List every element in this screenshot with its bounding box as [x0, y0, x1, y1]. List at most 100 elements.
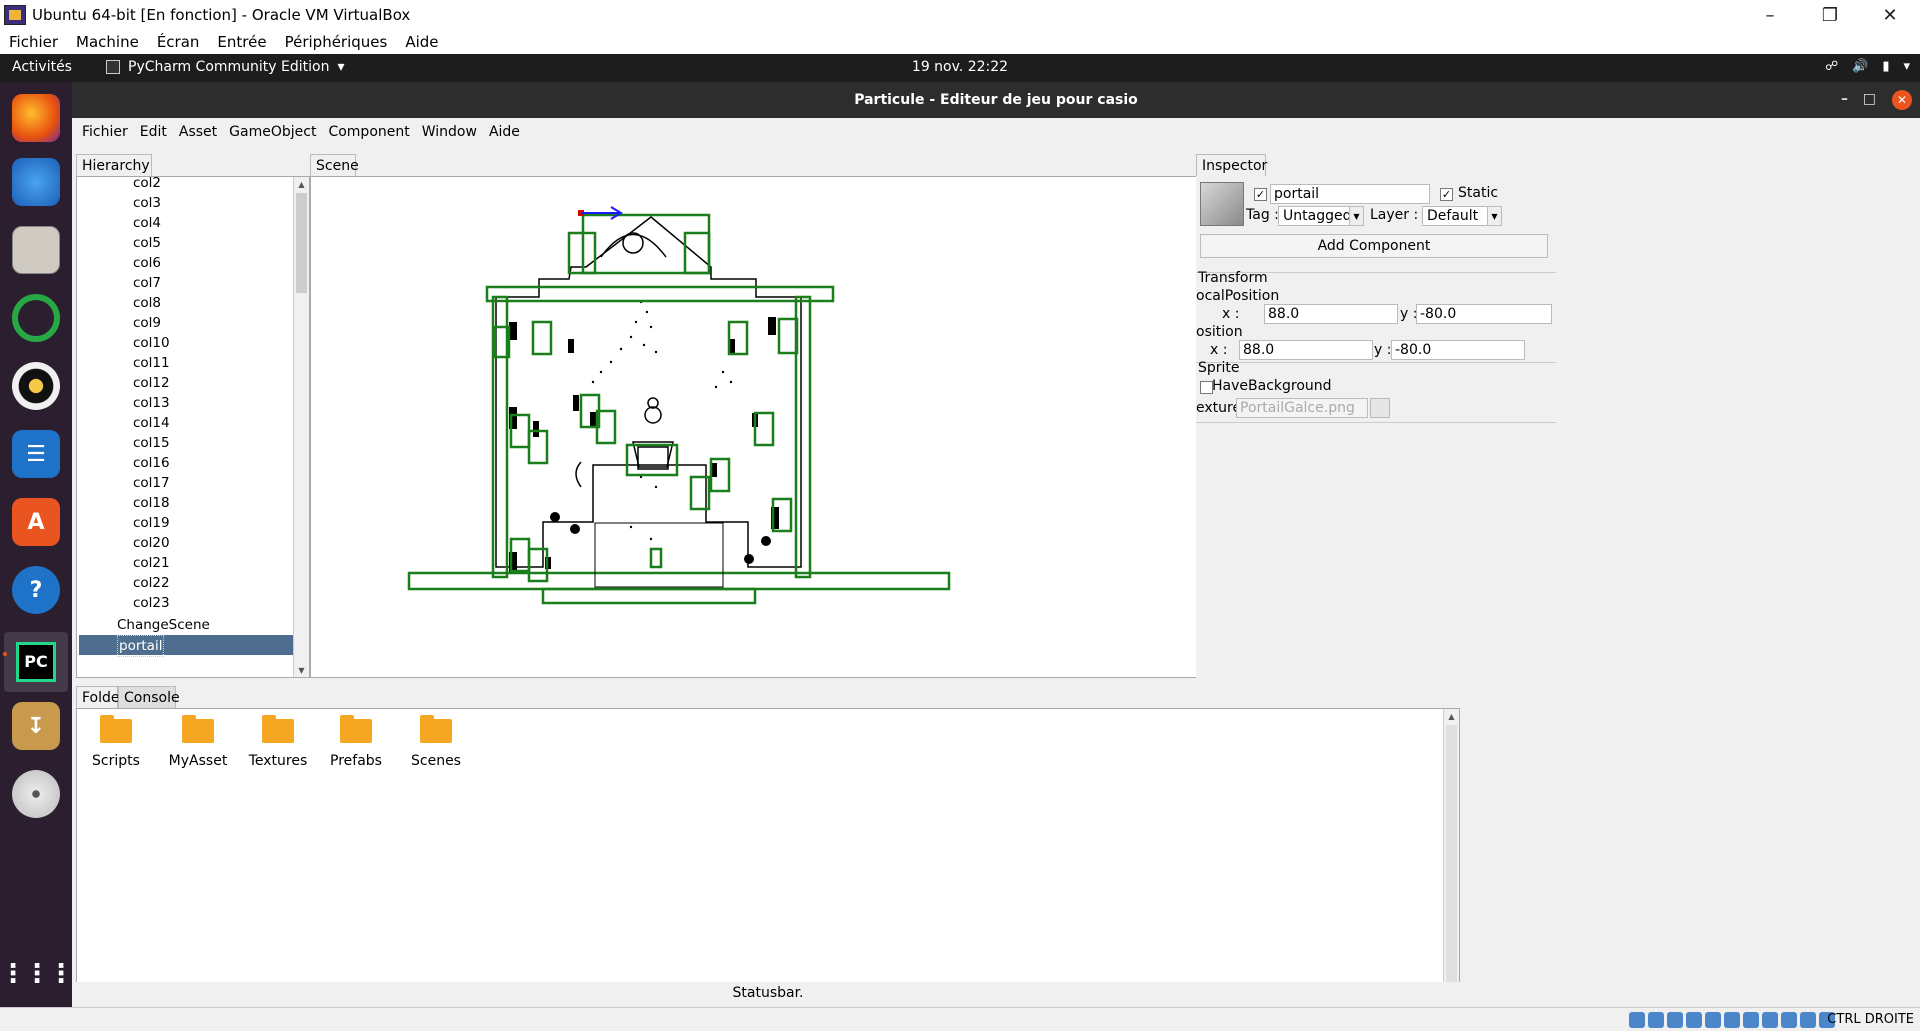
hard-disk-icon[interactable] [1629, 1012, 1645, 1028]
folder-textures[interactable]: Textures [243, 715, 313, 769]
texture-field[interactable]: PortailGalce.png [1236, 398, 1368, 418]
pycharm-dock-active[interactable]: PC [4, 632, 68, 692]
hierarchy-item[interactable]: col10 [133, 333, 170, 353]
hierarchy-item[interactable]: col8 [133, 293, 161, 313]
app-menu-component[interactable]: Component [322, 124, 415, 140]
menu-machine[interactable]: Machine [67, 33, 148, 51]
help-icon[interactable]: ? [12, 566, 60, 614]
hierarchy-item[interactable]: col16 [133, 453, 170, 473]
layer-dropdown[interactable]: Default ▼ [1422, 206, 1502, 226]
activities-button[interactable]: Activités [12, 59, 72, 75]
software-center-icon[interactable]: A [12, 498, 60, 546]
firefox-icon[interactable] [12, 94, 60, 142]
app-maximize-icon[interactable]: □ [1863, 91, 1876, 107]
texture-browse-button[interactable] [1370, 398, 1390, 418]
static-checkbox[interactable]: ✓ [1440, 188, 1453, 201]
folder-prefabs[interactable]: Prefabs [321, 715, 391, 769]
hierarchy-item[interactable]: col17 [133, 473, 170, 493]
hierarchy-scrollbar[interactable]: ▲ ▼ [293, 177, 309, 677]
hierarchy-item[interactable]: col20 [133, 533, 170, 553]
folder-scripts[interactable]: Scripts [81, 715, 151, 769]
folder-scenes[interactable]: Scenes [401, 715, 471, 769]
files-icon[interactable] [12, 226, 60, 274]
clock[interactable]: 19 nov. 22:22 [912, 59, 1008, 75]
restore-icon[interactable]: ❐ [1800, 0, 1860, 30]
disc-icon[interactable] [12, 770, 60, 818]
shared-folders-icon[interactable] [1724, 1012, 1740, 1028]
app-menu-fichier[interactable]: Fichier [76, 124, 134, 140]
app-close-icon[interactable]: ✕ [1892, 90, 1912, 110]
pos-x-field[interactable]: 88.0 [1239, 340, 1373, 360]
scroll-up-icon[interactable]: ▲ [294, 177, 309, 191]
hierarchy-item[interactable]: col7 [133, 273, 161, 293]
show-apps-icon[interactable]: ⋮⋮⋮ [0, 950, 74, 998]
menu-aide[interactable]: Aide [396, 33, 447, 51]
menu-peripheriques[interactable]: Périphériques [276, 33, 397, 51]
tab-hierarchy[interactable]: Hierarchy [76, 154, 152, 176]
gameobject-name-field[interactable]: portail [1270, 184, 1430, 204]
hierarchy-item[interactable]: col19 [133, 513, 170, 533]
writer-icon[interactable]: ☰ [12, 430, 60, 478]
device-status-icons[interactable] [1629, 1012, 1835, 1028]
app-menu-edit[interactable]: Edit [134, 124, 173, 140]
hierarchy-item[interactable]: col21 [133, 553, 170, 573]
app-menu-asset[interactable]: Asset [173, 124, 223, 140]
close-icon[interactable]: ✕ [1860, 0, 1920, 30]
hierarchy-item[interactable]: col6 [133, 253, 161, 273]
tab-inspector[interactable]: Inspector [1196, 154, 1267, 176]
mouse-integration-icon[interactable] [1800, 1012, 1816, 1028]
local-x-field[interactable]: 88.0 [1264, 304, 1398, 324]
scroll-up-icon[interactable]: ▲ [1444, 709, 1459, 723]
add-component-button[interactable]: Add Component [1200, 234, 1548, 258]
scroll-thumb[interactable] [1446, 725, 1457, 985]
folder-scrollbar[interactable]: ▲ ▼ [1443, 709, 1459, 1003]
hierarchy-item[interactable]: col11 [133, 353, 170, 373]
thunderbird-icon[interactable] [12, 158, 60, 206]
scroll-thumb[interactable] [296, 193, 307, 293]
cpu-icon[interactable] [1781, 1012, 1797, 1028]
hierarchy-item[interactable]: col13 [133, 393, 170, 413]
hierarchy-item[interactable]: col12 [133, 373, 170, 393]
hierarchy-item[interactable]: col2 [133, 177, 161, 193]
hierarchy-item[interactable]: col23 [133, 593, 170, 613]
archive-icon[interactable]: ↧ [12, 702, 60, 750]
tab-scene[interactable]: Scene [310, 154, 359, 176]
optical-drive-icon[interactable] [1648, 1012, 1664, 1028]
audio-icon[interactable] [1667, 1012, 1683, 1028]
music-player-icon[interactable] [12, 362, 60, 410]
hierarchy-item[interactable]: col15 [133, 433, 170, 453]
hierarchy-item-portail[interactable]: portail [79, 635, 293, 657]
menu-ecran[interactable]: Écran [148, 33, 209, 51]
app-menu-gameobject[interactable]: GameObject [223, 124, 322, 140]
move-gizmo[interactable] [578, 206, 623, 220]
hierarchy-item[interactable]: col5 [133, 233, 161, 253]
menu-fichier[interactable]: Fichier [0, 33, 67, 51]
app-menu-window[interactable]: Window [416, 124, 483, 140]
tag-dropdown[interactable]: Untagged ▼ [1278, 206, 1364, 226]
hierarchy-item[interactable]: col14 [133, 413, 170, 433]
hierarchy-item[interactable]: col18 [133, 493, 170, 513]
hierarchy-item[interactable]: col3 [133, 193, 161, 213]
display-icon[interactable] [1743, 1012, 1759, 1028]
tab-console[interactable]: Console [118, 686, 180, 708]
app-menu-aide[interactable]: Aide [483, 124, 526, 140]
app-menu[interactable]: PyCharm Community Edition ▾ [106, 59, 345, 75]
app-minimize-icon[interactable]: – [1841, 91, 1848, 107]
pos-y-field[interactable]: -80.0 [1391, 340, 1525, 360]
menu-entree[interactable]: Entrée [208, 33, 275, 51]
scroll-down-icon[interactable]: ▼ [294, 663, 309, 677]
hierarchy-item-changescene[interactable]: ChangeScene [117, 615, 210, 635]
recording-icon[interactable] [1762, 1012, 1778, 1028]
system-tray[interactable]: ☍ 🔊 ▮ ▾ [1825, 59, 1910, 74]
hierarchy-item[interactable]: col9 [133, 313, 161, 333]
tab-folder[interactable]: Folder [76, 686, 125, 708]
active-checkbox[interactable]: ✓ [1254, 188, 1267, 201]
minimize-icon[interactable]: – [1740, 0, 1800, 30]
rhythmbox-icon[interactable] [12, 294, 60, 342]
hierarchy-item[interactable]: col22 [133, 573, 170, 593]
usb-icon[interactable] [1705, 1012, 1721, 1028]
network-adapter-icon[interactable] [1686, 1012, 1702, 1028]
folder-myasset[interactable]: MyAsset [163, 715, 233, 769]
hierarchy-item[interactable]: col4 [133, 213, 161, 233]
local-y-field[interactable]: -80.0 [1416, 304, 1552, 324]
